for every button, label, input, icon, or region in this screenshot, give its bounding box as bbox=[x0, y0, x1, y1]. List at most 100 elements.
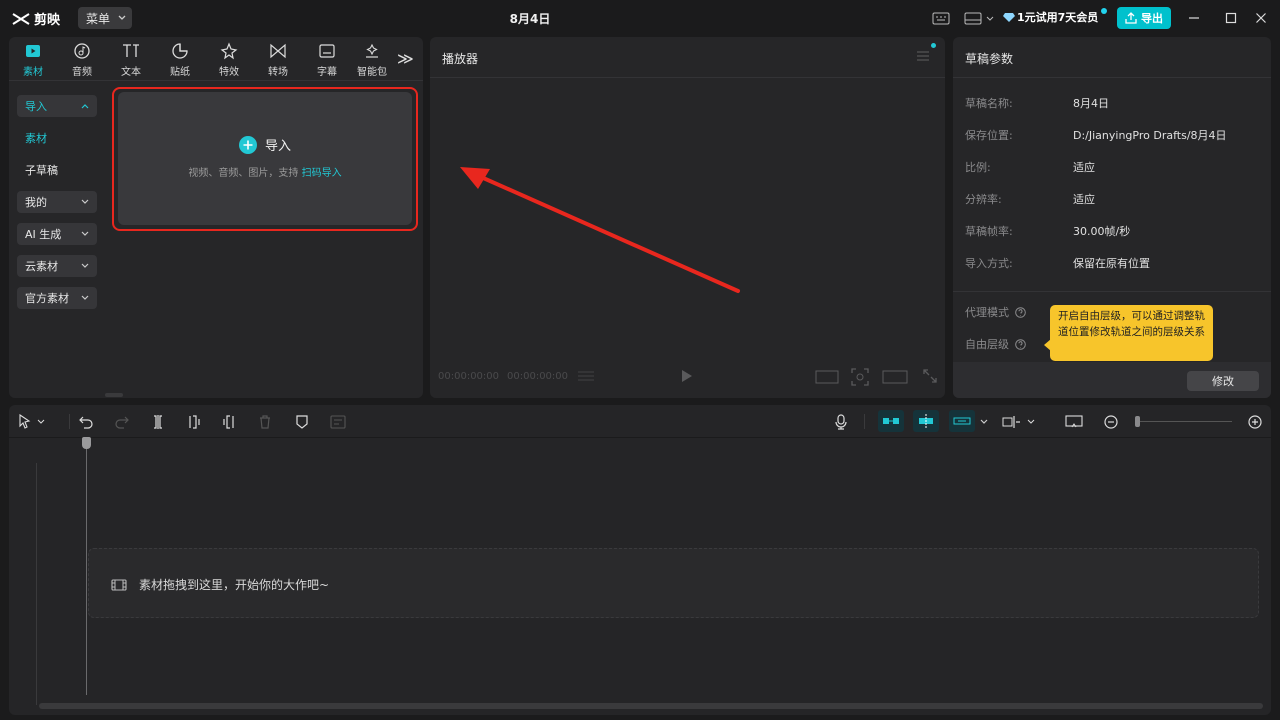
draft-divider bbox=[953, 291, 1271, 292]
draft-label: 草稿帧率: bbox=[965, 225, 1013, 238]
main-track-drop-zone[interactable]: 素材拖拽到这里，开始你的大作吧~ bbox=[88, 548, 1259, 618]
more-tabs-icon[interactable]: ≫ bbox=[397, 49, 414, 68]
tab-sticker[interactable]: 贴纸 bbox=[156, 41, 204, 79]
export-button[interactable]: 导出 bbox=[1117, 7, 1171, 29]
draft-value: 适应 bbox=[1073, 161, 1095, 174]
import-subtitle: 视频、音频、图片，支持 扫码导入 bbox=[118, 164, 412, 179]
sidebar-item-mine[interactable]: 我的 bbox=[17, 191, 97, 213]
layout-icon[interactable] bbox=[962, 10, 996, 26]
import-title-label: 导入 bbox=[264, 139, 291, 154]
zoom-slider-handle[interactable] bbox=[1135, 416, 1140, 427]
sidebar-item-official[interactable]: 官方素材 bbox=[17, 287, 97, 309]
media-icon bbox=[26, 45, 40, 57]
tab-label: 音频 bbox=[72, 67, 92, 78]
main-track-magnet-icon[interactable] bbox=[878, 410, 904, 432]
split-right-icon[interactable] bbox=[220, 413, 238, 431]
maximize-icon[interactable] bbox=[1222, 9, 1240, 27]
timeline-panel: 素材拖拽到这里，开始你的大作吧~ bbox=[9, 405, 1271, 715]
drop-hint-text: 素材拖拽到这里，开始你的大作吧~ bbox=[139, 578, 330, 592]
modify-button[interactable]: 修改 bbox=[1187, 371, 1259, 391]
sidebar-item-subdraft[interactable]: 子草稿 bbox=[17, 159, 97, 181]
tab-transition[interactable]: 转场 bbox=[254, 41, 302, 79]
tab-label: 特效 bbox=[219, 67, 239, 78]
trial-vip-button[interactable]: 1元试用7天会员 bbox=[1003, 9, 1098, 25]
scan-import-link[interactable]: 扫码导入 bbox=[302, 168, 342, 179]
draft-footer: 修改 bbox=[953, 362, 1271, 398]
minimize-icon[interactable] bbox=[1185, 9, 1203, 27]
menu-button[interactable]: 菜单 bbox=[78, 7, 132, 29]
edit-list-icon[interactable] bbox=[329, 413, 347, 431]
chevron-up-icon bbox=[81, 104, 89, 109]
tab-subtitle[interactable]: 字幕 bbox=[303, 41, 351, 79]
sidebar-item-material[interactable]: 素材 bbox=[17, 127, 97, 149]
sidebar-item-cloud[interactable]: 云素材 bbox=[17, 255, 97, 277]
sticker-icon bbox=[172, 43, 188, 59]
redo-icon[interactable] bbox=[113, 413, 131, 431]
playhead-handle[interactable] bbox=[82, 437, 91, 449]
tab-label: 字幕 bbox=[317, 67, 337, 78]
import-drop-area[interactable]: 导入 视频、音频、图片，支持 扫码导入 bbox=[118, 92, 412, 225]
app-logo: 剪映 bbox=[12, 9, 60, 28]
sidebar-item-import[interactable]: 导入 bbox=[17, 95, 97, 117]
free-layer-label: 自由层级 bbox=[965, 338, 1009, 351]
ratio-icon[interactable] bbox=[882, 370, 908, 387]
timecode-format-icon[interactable] bbox=[576, 369, 596, 386]
draft-label: 保存位置: bbox=[965, 129, 1013, 142]
free-layer-row: 自由层级 bbox=[965, 336, 1026, 352]
chevron-down-icon bbox=[81, 231, 89, 236]
timeline-toolbar-divider bbox=[9, 437, 1271, 438]
chevron-down-icon[interactable] bbox=[977, 413, 991, 431]
proxy-mode-label: 代理模式 bbox=[965, 306, 1009, 319]
delete-icon[interactable] bbox=[256, 413, 274, 431]
tab-smart[interactable]: 智能包 bbox=[352, 41, 392, 79]
tab-text[interactable]: 文本 bbox=[107, 41, 155, 79]
capcut-logo-icon bbox=[12, 12, 30, 25]
undo-icon[interactable] bbox=[77, 413, 95, 431]
close-icon[interactable] bbox=[1252, 9, 1270, 27]
draft-value: 保留在原有位置 bbox=[1073, 257, 1150, 270]
timeline-horizontal-scrollbar[interactable] bbox=[39, 703, 1263, 709]
chevron-down-icon bbox=[118, 15, 126, 20]
split-icon[interactable] bbox=[149, 413, 167, 431]
marker-icon[interactable] bbox=[293, 413, 311, 431]
export-label: 导出 bbox=[1141, 12, 1163, 25]
fullscreen-preview-icon[interactable] bbox=[815, 370, 839, 387]
draft-label: 分辨率: bbox=[965, 193, 1002, 206]
zoom-in-icon[interactable] bbox=[1246, 413, 1264, 431]
draft-label: 比例: bbox=[965, 161, 991, 174]
focus-icon[interactable] bbox=[851, 368, 869, 389]
tab-audio[interactable]: 音频 bbox=[58, 41, 106, 79]
tab-media[interactable]: 素材 bbox=[9, 41, 57, 79]
tabs-divider bbox=[9, 80, 423, 81]
linkage-icon[interactable] bbox=[949, 410, 975, 432]
sidebar-item-ai[interactable]: AI 生成 bbox=[17, 223, 97, 245]
draft-label: 草稿名称: bbox=[965, 97, 1013, 110]
diamond-icon bbox=[1003, 13, 1015, 22]
microphone-icon[interactable] bbox=[832, 413, 850, 431]
player-menu-icon[interactable] bbox=[916, 50, 930, 65]
notification-dot bbox=[931, 43, 936, 48]
timeline-preview-icon[interactable] bbox=[1065, 413, 1083, 431]
preview-axis-icon[interactable] bbox=[1001, 413, 1039, 431]
import-title: 导入 bbox=[118, 135, 412, 154]
panel-resize-handle[interactable] bbox=[105, 393, 123, 397]
expand-icon[interactable] bbox=[923, 369, 937, 386]
help-icon[interactable] bbox=[1015, 338, 1026, 350]
help-icon[interactable] bbox=[1015, 306, 1026, 318]
plus-circle-icon bbox=[238, 135, 257, 154]
auto-snap-icon[interactable] bbox=[913, 410, 939, 432]
shortcut-keyboard-icon[interactable] bbox=[931, 10, 951, 26]
play-icon[interactable] bbox=[681, 369, 693, 386]
tab-label: 素材 bbox=[23, 67, 43, 78]
total-time: 00:00:00:00 bbox=[507, 371, 569, 382]
split-left-icon[interactable] bbox=[185, 413, 203, 431]
zoom-slider[interactable] bbox=[1136, 421, 1232, 422]
tab-effects[interactable]: 特效 bbox=[205, 41, 253, 79]
current-time: 00:00:00:00 bbox=[438, 371, 500, 382]
zoom-out-icon[interactable] bbox=[1102, 413, 1120, 431]
track-header-rail bbox=[36, 463, 37, 705]
tab-label: 转场 bbox=[268, 67, 288, 78]
select-tool-icon[interactable] bbox=[15, 413, 49, 431]
playhead[interactable] bbox=[86, 437, 87, 695]
player-header-divider bbox=[430, 77, 945, 78]
